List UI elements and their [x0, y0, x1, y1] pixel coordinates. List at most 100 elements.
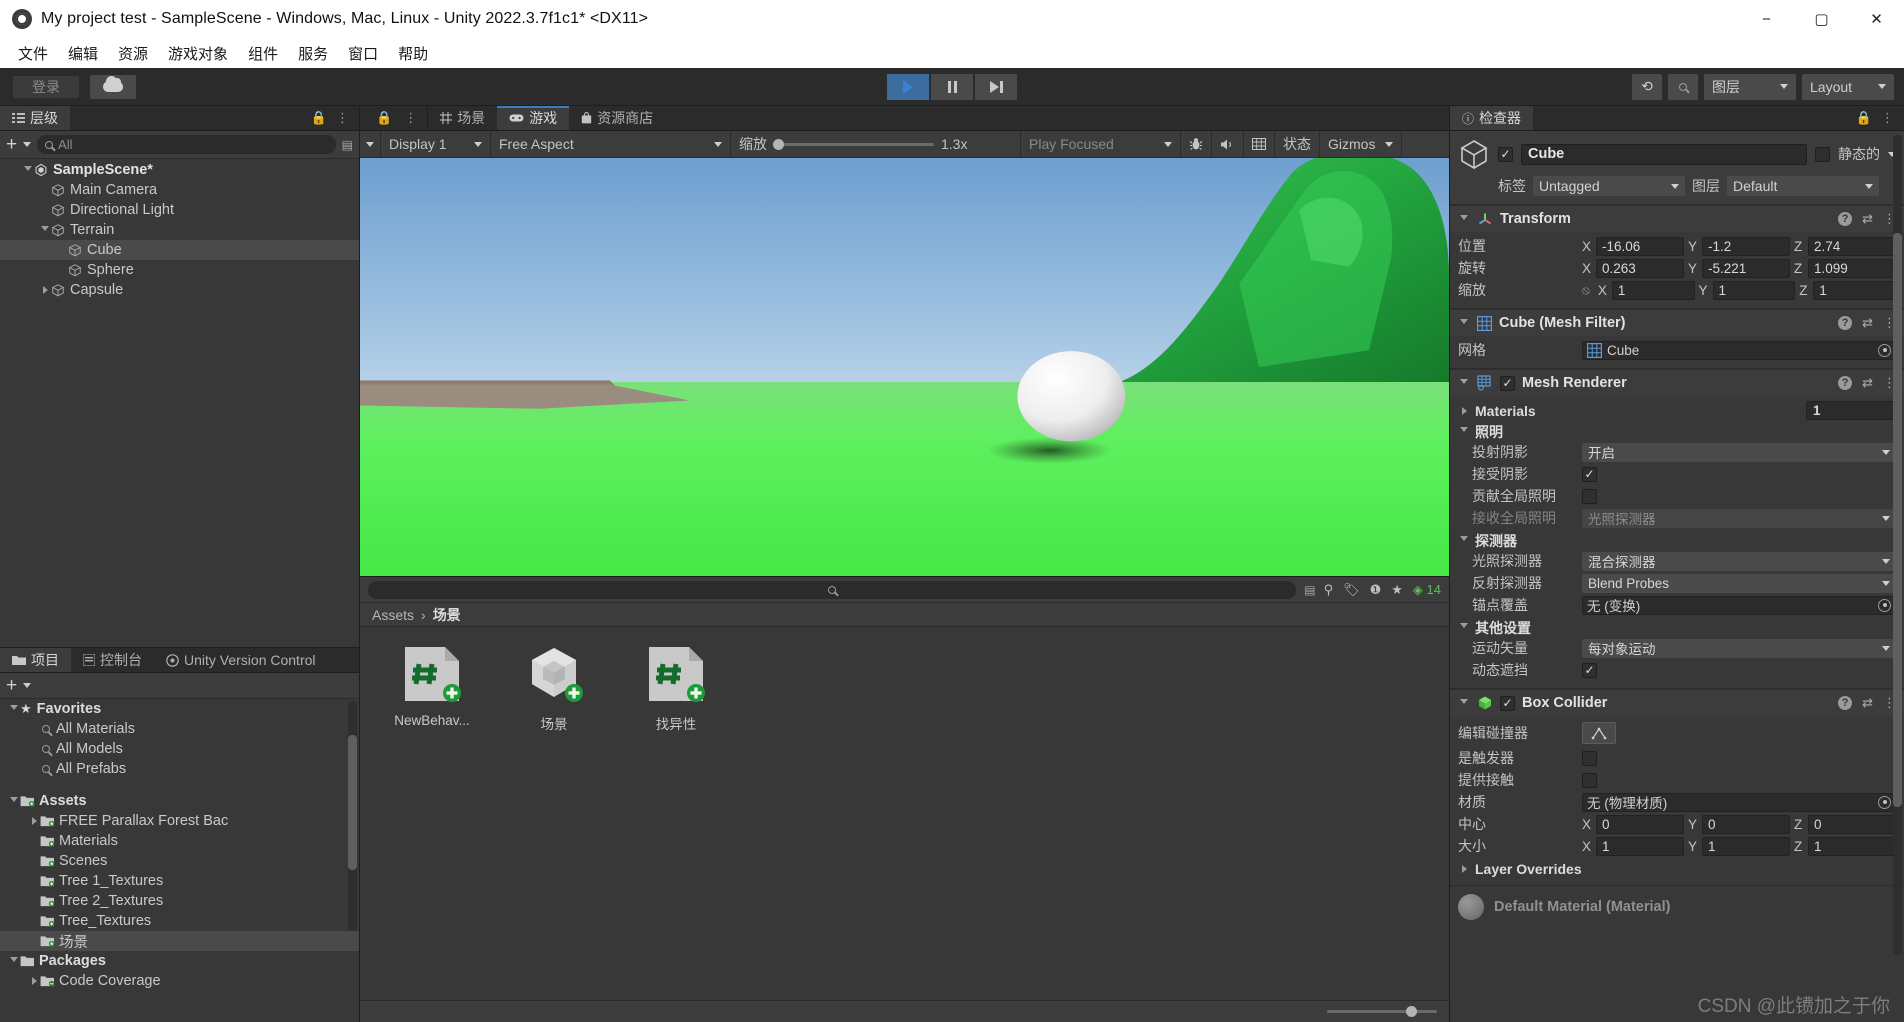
menu-file[interactable]: 文件 [8, 40, 58, 67]
field-z[interactable]: 1 [1813, 280, 1896, 300]
project-tree-item-favorites[interactable]: ★ Favorites [0, 699, 359, 719]
object-field[interactable]: 无 (物理材质) [1582, 792, 1896, 812]
disclosure-triangle-icon[interactable] [28, 817, 40, 825]
project-tree-item-[interactable]: 场景 [0, 931, 359, 951]
field-y[interactable]: 0 [1702, 814, 1790, 834]
field-z[interactable]: 2.74 [1808, 236, 1896, 256]
step-button[interactable] [975, 73, 1017, 100]
disclosure-triangle-icon[interactable] [8, 704, 20, 714]
project-tree-item-tree-1-textures[interactable]: Tree 1_Textures [0, 871, 359, 891]
property-checkbox[interactable] [1582, 772, 1597, 788]
asset-search-input[interactable] [368, 580, 1297, 599]
object-field[interactable]: Cube [1582, 340, 1896, 360]
hierarchy-tree[interactable]: SampleScene* Main Camera Directional Light… [0, 159, 359, 647]
project-folder-tree[interactable]: ★ Favorites All Materials All Models All Pre… [0, 699, 359, 1022]
field-x[interactable]: 0.263 [1596, 258, 1684, 278]
disclosure-triangle-icon[interactable] [1458, 864, 1470, 873]
field-z[interactable]: 1.099 [1808, 258, 1896, 278]
search-filter-icon[interactable]: ▤ [1304, 583, 1315, 597]
display-dropdown[interactable]: Display 1 [381, 130, 491, 158]
foldout-照明[interactable]: 照明 [1458, 421, 1896, 442]
lock-icon[interactable]: 🔒 [1856, 110, 1872, 126]
project-tree-item-tree-2-textures[interactable]: Tree 2_Textures [0, 891, 359, 911]
property-checkbox[interactable] [1582, 750, 1597, 766]
disclosure-triangle-icon[interactable] [1458, 214, 1470, 224]
close-button[interactable]: ✕ [1849, 0, 1904, 38]
field-x[interactable]: 1 [1611, 280, 1695, 300]
cloud-button[interactable] [90, 74, 136, 99]
dropdown-field[interactable]: Blend Probes [1582, 573, 1896, 593]
object-field[interactable]: 无 (变换) [1582, 595, 1896, 615]
chevron-down-icon[interactable] [23, 683, 32, 688]
disclosure-triangle-icon[interactable] [1458, 378, 1470, 388]
menu-edit[interactable]: 编辑 [58, 40, 108, 67]
disclosure-triangle-icon[interactable] [1458, 427, 1470, 436]
component-header[interactable]: Box Collider?⇄⋮ [1450, 689, 1904, 716]
property-checkbox[interactable] [1582, 662, 1597, 678]
foldout-layer-overrides[interactable]: Layer Overrides [1458, 858, 1896, 879]
preset-icon[interactable]: ⇄ [1862, 211, 1873, 227]
inspector-body[interactable]: Cube 静态的 标签 Untagged 图层 Default [1450, 131, 1904, 1022]
kebab-menu-icon[interactable]: ⋮ [1881, 110, 1894, 126]
project-tree-item-scenes[interactable]: Scenes [0, 851, 359, 871]
asset-item[interactable]: 场景 [504, 643, 604, 733]
hierarchy-item-cube[interactable]: Cube [0, 240, 359, 260]
slider-knob[interactable] [1406, 1006, 1417, 1017]
help-icon[interactable]: ? [1838, 212, 1853, 226]
layer-dropdown[interactable]: Default [1727, 176, 1879, 196]
link-scale-icon[interactable]: ⦸ [1582, 283, 1590, 298]
object-picker-icon[interactable] [1878, 598, 1891, 612]
disclosure-triangle-icon[interactable] [1458, 698, 1470, 708]
hierarchy-item-sphere[interactable]: Sphere [0, 260, 359, 280]
stats-button[interactable]: 状态 [1275, 130, 1320, 158]
dropdown-field[interactable]: 每对象运动 [1582, 638, 1896, 658]
disclosure-triangle-icon[interactable] [39, 225, 51, 235]
hierarchy-item-samplescene[interactable]: SampleScene* [0, 160, 359, 180]
star-filter-icon[interactable]: ★ [1391, 582, 1403, 598]
asset-item[interactable]: 找异性 [626, 643, 726, 733]
layout-dropdown[interactable]: Layout [1802, 73, 1894, 100]
play-focused-dropdown[interactable]: Play Focused [1021, 130, 1181, 158]
gizmos-dropdown[interactable]: Gizmos [1320, 130, 1403, 158]
dropdown-field[interactable]: 开启 [1582, 442, 1896, 462]
bug-button[interactable] [1181, 130, 1212, 158]
disclosure-triangle-icon[interactable] [39, 286, 51, 294]
scale-slider[interactable] [773, 138, 934, 150]
project-add-button[interactable]: + [6, 676, 17, 695]
slider-knob[interactable] [773, 138, 784, 150]
menu-services[interactable]: 服务 [288, 40, 338, 67]
tab-scene[interactable]: 场景 [427, 106, 498, 130]
field-y[interactable]: -1.2 [1702, 236, 1790, 256]
hierarchy-item-directional-light[interactable]: Directional Light [0, 200, 359, 220]
kebab-menu-icon[interactable]: ⋮ [404, 110, 417, 126]
login-button[interactable]: 登录 [12, 74, 80, 99]
tab-console[interactable]: 控制台 [71, 648, 154, 672]
mute-button[interactable] [1212, 130, 1244, 158]
hierarchy-search-input[interactable]: All [37, 135, 336, 154]
project-tree-item-tree-textures[interactable]: Tree_Textures [0, 911, 359, 931]
pause-button[interactable] [931, 73, 973, 100]
asset-item[interactable]: NewBehav... [382, 643, 482, 728]
menu-help[interactable]: 帮助 [388, 40, 438, 67]
hierarchy-search-filter-icon[interactable]: ▤ [342, 138, 353, 152]
field-z[interactable]: 0 [1808, 814, 1896, 834]
disclosure-triangle-icon[interactable] [8, 796, 20, 806]
preset-icon[interactable]: ⇄ [1862, 695, 1873, 711]
foldout-materials[interactable]: Materials 1 [1458, 400, 1896, 421]
help-icon[interactable]: ? [1838, 316, 1853, 330]
thumbnail-size-slider[interactable] [1327, 1006, 1437, 1017]
tab-game[interactable]: 游戏 [497, 106, 570, 130]
menu-window[interactable]: 窗口 [338, 40, 388, 67]
disclosure-triangle-icon[interactable] [1458, 536, 1470, 545]
favorite-filter-icon[interactable]: ⚲ [1324, 582, 1334, 598]
layers-dropdown[interactable]: 图层 [1704, 73, 1796, 100]
field-y[interactable]: -5.221 [1702, 258, 1790, 278]
search-icon[interactable] [1668, 73, 1698, 100]
tab-project[interactable]: 项目 [0, 648, 71, 672]
stats-grid-button[interactable] [1244, 130, 1275, 158]
lock-icon[interactable]: 🔒 [376, 110, 392, 126]
project-tree-item-all-prefabs[interactable]: All Prefabs [0, 759, 359, 779]
property-checkbox[interactable] [1582, 488, 1597, 504]
disclosure-triangle-icon[interactable] [1458, 623, 1470, 632]
minimize-button[interactable]: − [1739, 0, 1794, 38]
